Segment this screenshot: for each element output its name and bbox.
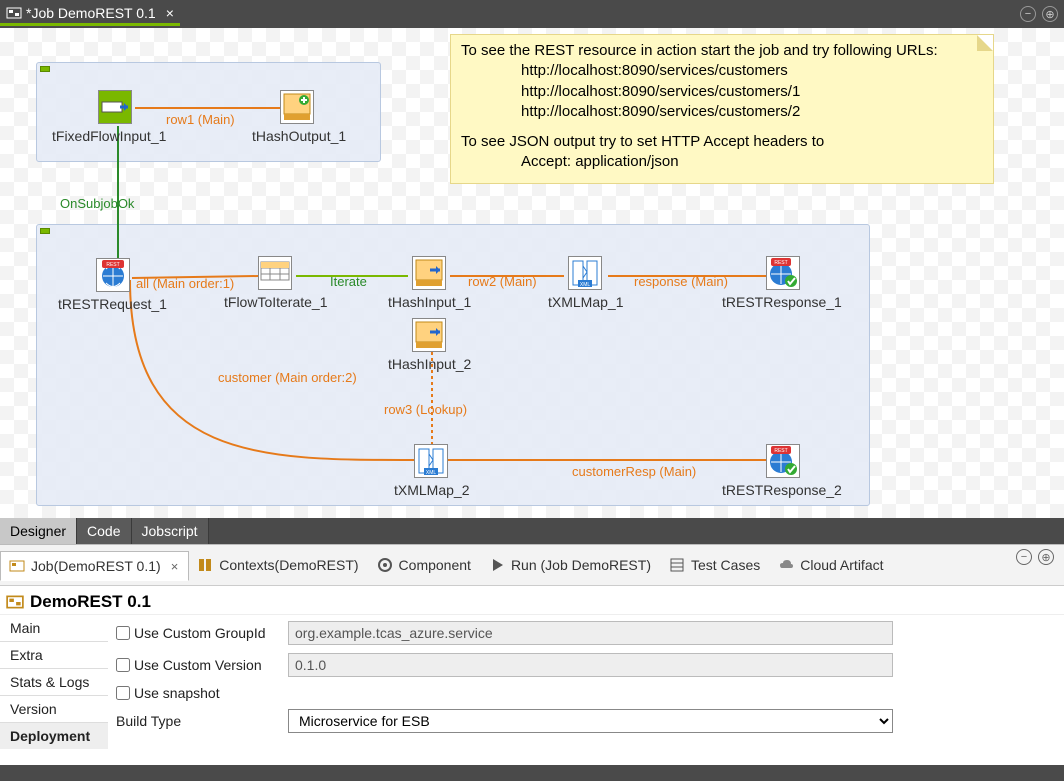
prop-tab-component[interactable]: Component [369,551,481,579]
node-label: tRESTResponse_1 [722,294,842,310]
tab-designer[interactable]: Designer [0,518,77,544]
note-url: http://localhost:8090/services/customers… [461,82,983,102]
link-label: row2 (Main) [468,274,537,289]
version-field[interactable] [288,653,893,677]
link-label: row3 (Lookup) [384,402,467,417]
tab-jobscript[interactable]: Jobscript [132,518,209,544]
node-label: tRESTRequest_1 [58,296,167,312]
close-icon[interactable]: × [171,559,179,574]
side-tab-main[interactable]: Main [0,615,108,642]
note-url: http://localhost:8090/services/customers [461,61,983,81]
prop-tab-cloud[interactable]: Cloud Artifact [770,551,893,579]
subjob-handle[interactable] [40,228,50,234]
svg-text:REST: REST [774,448,787,454]
node-label: tHashInput_2 [388,356,471,372]
job-tab[interactable]: *Job DemoREST 0.1 × [0,2,180,26]
maximize-button[interactable]: ⊕ [1038,549,1054,565]
close-icon[interactable]: × [166,5,174,21]
property-tabs: Job(DemoREST 0.1) × Contexts(DemoREST) C… [0,544,1064,586]
prop-tab-label: Component [399,557,471,573]
design-canvas[interactable]: To see the REST resource in action start… [0,28,1064,518]
node-hashin1[interactable] [412,256,446,290]
svg-text:XML: XML [580,282,591,288]
prop-tab-testcases[interactable]: Test Cases [661,551,770,579]
job-icon [6,593,24,611]
svg-text:REST: REST [106,262,119,268]
use-custom-version-label[interactable]: Use Custom Version [116,657,274,673]
node-xmlmap2[interactable]: XML [414,444,448,478]
side-tabs: Main Extra Stats & Logs Version Deployme… [0,615,108,765]
minimize-button[interactable]: − [1016,549,1032,565]
node-hashin2[interactable] [412,318,446,352]
svg-text:REST: REST [774,260,787,266]
note-accept: Accept: application/json [461,152,983,172]
testcases-icon [669,557,685,573]
window-controls: − ⊕ [1020,6,1064,22]
prop-tab-label: Job(DemoREST 0.1) [31,558,161,574]
component-icon [377,557,393,573]
node-restresp1[interactable]: REST [766,256,800,290]
prop-tab-label: Run (Job DemoREST) [511,557,651,573]
job-title-row: DemoREST 0.1 [0,586,1064,615]
use-custom-version-checkbox[interactable] [116,658,130,672]
job-icon [9,558,25,574]
cloud-icon [778,557,794,573]
build-type-select[interactable]: Microservice for ESB [288,709,893,733]
job-tab-title: *Job DemoREST 0.1 [26,5,156,21]
note-line: To see the REST resource in action start… [461,41,983,61]
prop-tab-label: Cloud Artifact [800,557,883,573]
use-snapshot-checkbox[interactable] [116,686,130,700]
tab-code[interactable]: Code [77,518,131,544]
node-label: tFixedFlowInput_1 [52,128,166,144]
link-label: OnSubjobOk [60,196,134,211]
node-restreq[interactable]: REST [96,258,130,292]
build-type-label: Build Type [116,713,274,729]
groupid-field[interactable] [288,621,893,645]
job-title: DemoREST 0.1 [30,592,151,612]
prop-tab-run[interactable]: Run (Job DemoREST) [481,551,661,579]
node-label: tHashOutput_1 [252,128,346,144]
link-label: customer (Main order:2) [218,370,357,385]
prop-tab-label: Contexts(DemoREST) [219,557,358,573]
prop-tab-label: Test Cases [691,557,760,573]
prop-tab-contexts[interactable]: Contexts(DemoREST) [189,551,368,579]
link-label: customerResp (Main) [572,464,696,479]
side-tab-extra[interactable]: Extra [0,642,108,669]
note-line: To see JSON output try to set HTTP Accep… [461,132,983,152]
node-restresp2[interactable]: REST [766,444,800,478]
link-label: response (Main) [634,274,728,289]
editor-mode-tabs: Designer Code Jobscript [0,518,1064,544]
svg-text:XML: XML [426,470,437,476]
play-icon [489,557,505,573]
link-label: row1 (Main) [166,112,235,127]
node-label: tXMLMap_1 [548,294,623,310]
side-tab-stats[interactable]: Stats & Logs [0,669,108,696]
side-tab-deployment[interactable]: Deployment [0,723,108,749]
note-url: http://localhost:8090/services/customers… [461,102,983,122]
node-label: tXMLMap_2 [394,482,469,498]
maximize-button[interactable]: ⊕ [1042,6,1058,22]
node-xmlmap1[interactable]: XML [568,256,602,290]
side-tab-version[interactable]: Version [0,696,108,723]
node-hashout[interactable] [280,90,314,124]
prop-tab-job[interactable]: Job(DemoREST 0.1) × [0,551,189,581]
node-label: tFlowToIterate_1 [224,294,328,310]
node-label: tRESTResponse_2 [722,482,842,498]
deployment-form: Use Custom GroupId Use Custom Version Us… [108,615,1064,765]
minimize-button[interactable]: − [1020,6,1036,22]
job-icon [6,5,22,21]
link-label: all (Main order:1) [136,276,234,291]
link-label: Iterate [330,274,367,289]
deployment-panel: Main Extra Stats & Logs Version Deployme… [0,615,1064,765]
use-custom-groupid-checkbox[interactable] [116,626,130,640]
node-flowiter[interactable] [258,256,292,290]
subjob-handle[interactable] [40,66,50,72]
note[interactable]: To see the REST resource in action start… [450,34,994,184]
use-snapshot-label[interactable]: Use snapshot [116,685,274,701]
editor-tab-bar: *Job DemoREST 0.1 × − ⊕ [0,0,1064,28]
contexts-icon [197,557,213,573]
node-fixedflow[interactable] [98,90,132,124]
use-custom-groupid-label[interactable]: Use Custom GroupId [116,625,274,641]
node-label: tHashInput_1 [388,294,471,310]
